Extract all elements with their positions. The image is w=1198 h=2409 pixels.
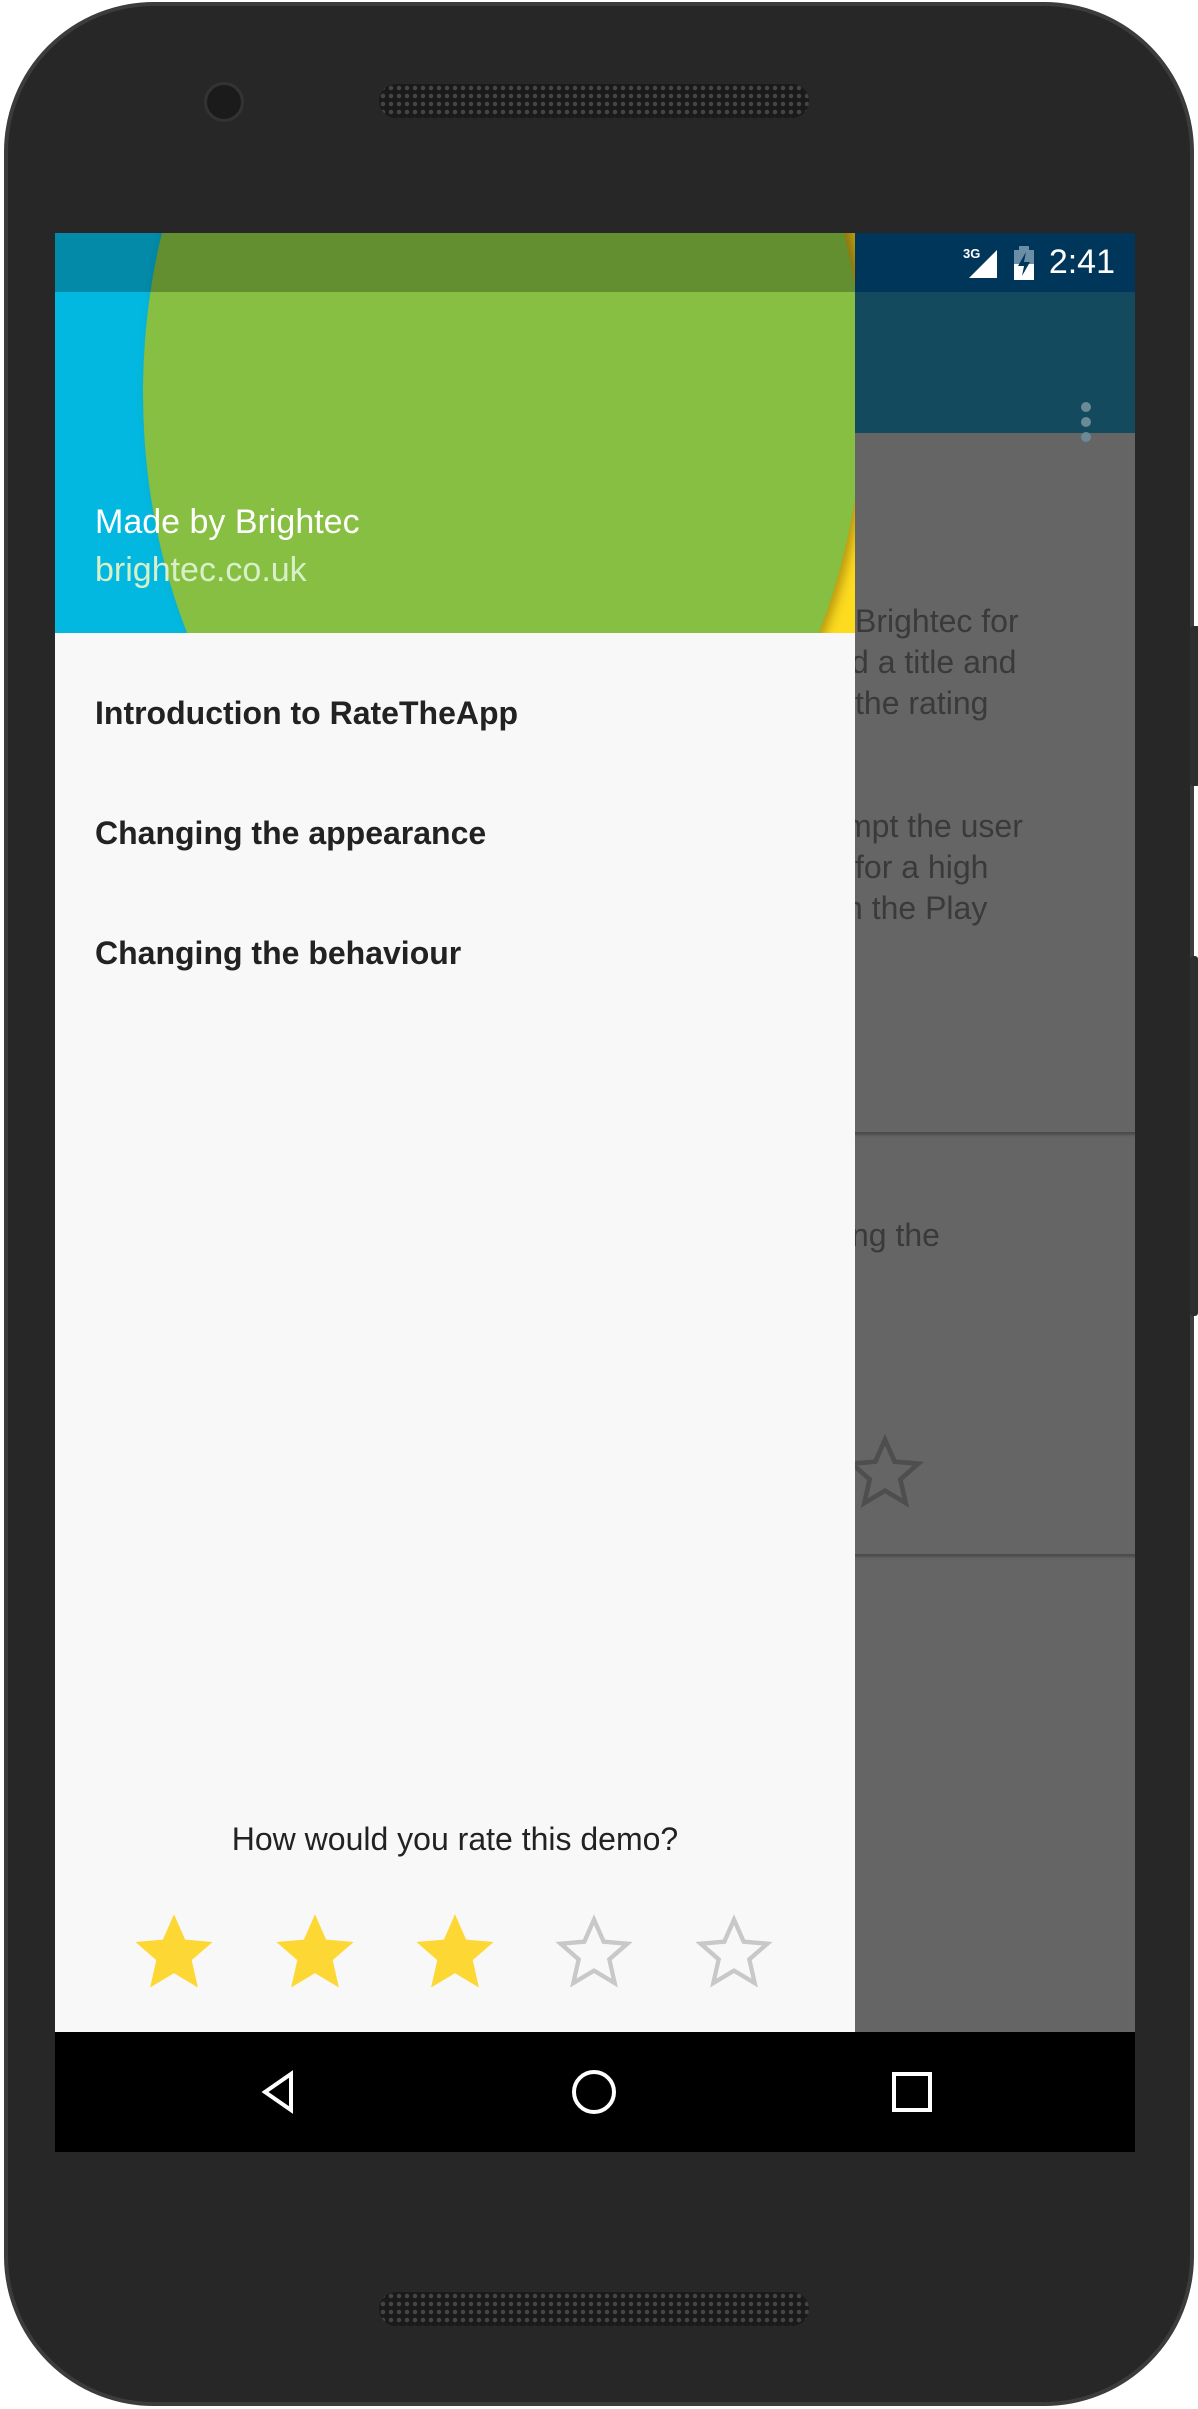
navigation-bar: [55, 2032, 1135, 2152]
recents-icon[interactable]: [888, 2068, 936, 2116]
menu-item-introduction[interactable]: Introduction to RateTheApp: [95, 695, 518, 732]
back-icon[interactable]: [255, 2068, 303, 2116]
bottom-speaker: [379, 2292, 809, 2326]
front-camera: [204, 82, 244, 122]
volume-button: [1190, 956, 1198, 1316]
signal-3g-icon: 3G: [963, 246, 997, 278]
header-title: Made by Brightec: [95, 503, 360, 541]
card-text: ng the: [851, 1217, 940, 1253]
overflow-menu-icon[interactable]: [1081, 402, 1093, 446]
svg-text:3G: 3G: [963, 246, 980, 261]
rating-question: How would you rate this demo?: [231, 1821, 679, 1857]
card-text: the rating: [855, 685, 989, 721]
star-filled-icon[interactable]: [134, 1913, 214, 1993]
star-filled-icon[interactable]: [415, 1913, 495, 1993]
navigation-drawer: Made by Brightec brightec.co.uk Introduc…: [55, 233, 855, 2032]
power-button: [1190, 626, 1198, 786]
home-icon[interactable]: [570, 2068, 618, 2116]
battery-charging-icon: [1013, 245, 1034, 280]
star-empty-icon[interactable]: [554, 1913, 634, 1993]
header-link[interactable]: brightec.co.uk: [95, 551, 307, 590]
star-empty-icon[interactable]: [694, 1913, 774, 1993]
card-text: Brightec for: [855, 603, 1019, 639]
card-text: d a title and: [851, 644, 1017, 680]
clock: 2:41: [1048, 243, 1115, 281]
drawer-header: Made by Brightec brightec.co.uk: [55, 233, 855, 633]
top-speaker: [379, 84, 809, 118]
menu-item-behaviour[interactable]: Changing the behaviour: [95, 935, 461, 972]
star-empty-icon: [845, 1433, 925, 1508]
card-text: mpt the user: [845, 808, 1023, 844]
content-card: [835, 461, 1135, 1132]
star-filled-icon[interactable]: [275, 1913, 355, 1993]
card-text: n the Play: [845, 890, 988, 926]
menu-item-appearance[interactable]: Changing the appearance: [95, 815, 486, 852]
screen: 3G 2:41 Brightec for d a title and the r…: [55, 233, 1135, 2152]
card-text: for a high: [855, 849, 989, 885]
